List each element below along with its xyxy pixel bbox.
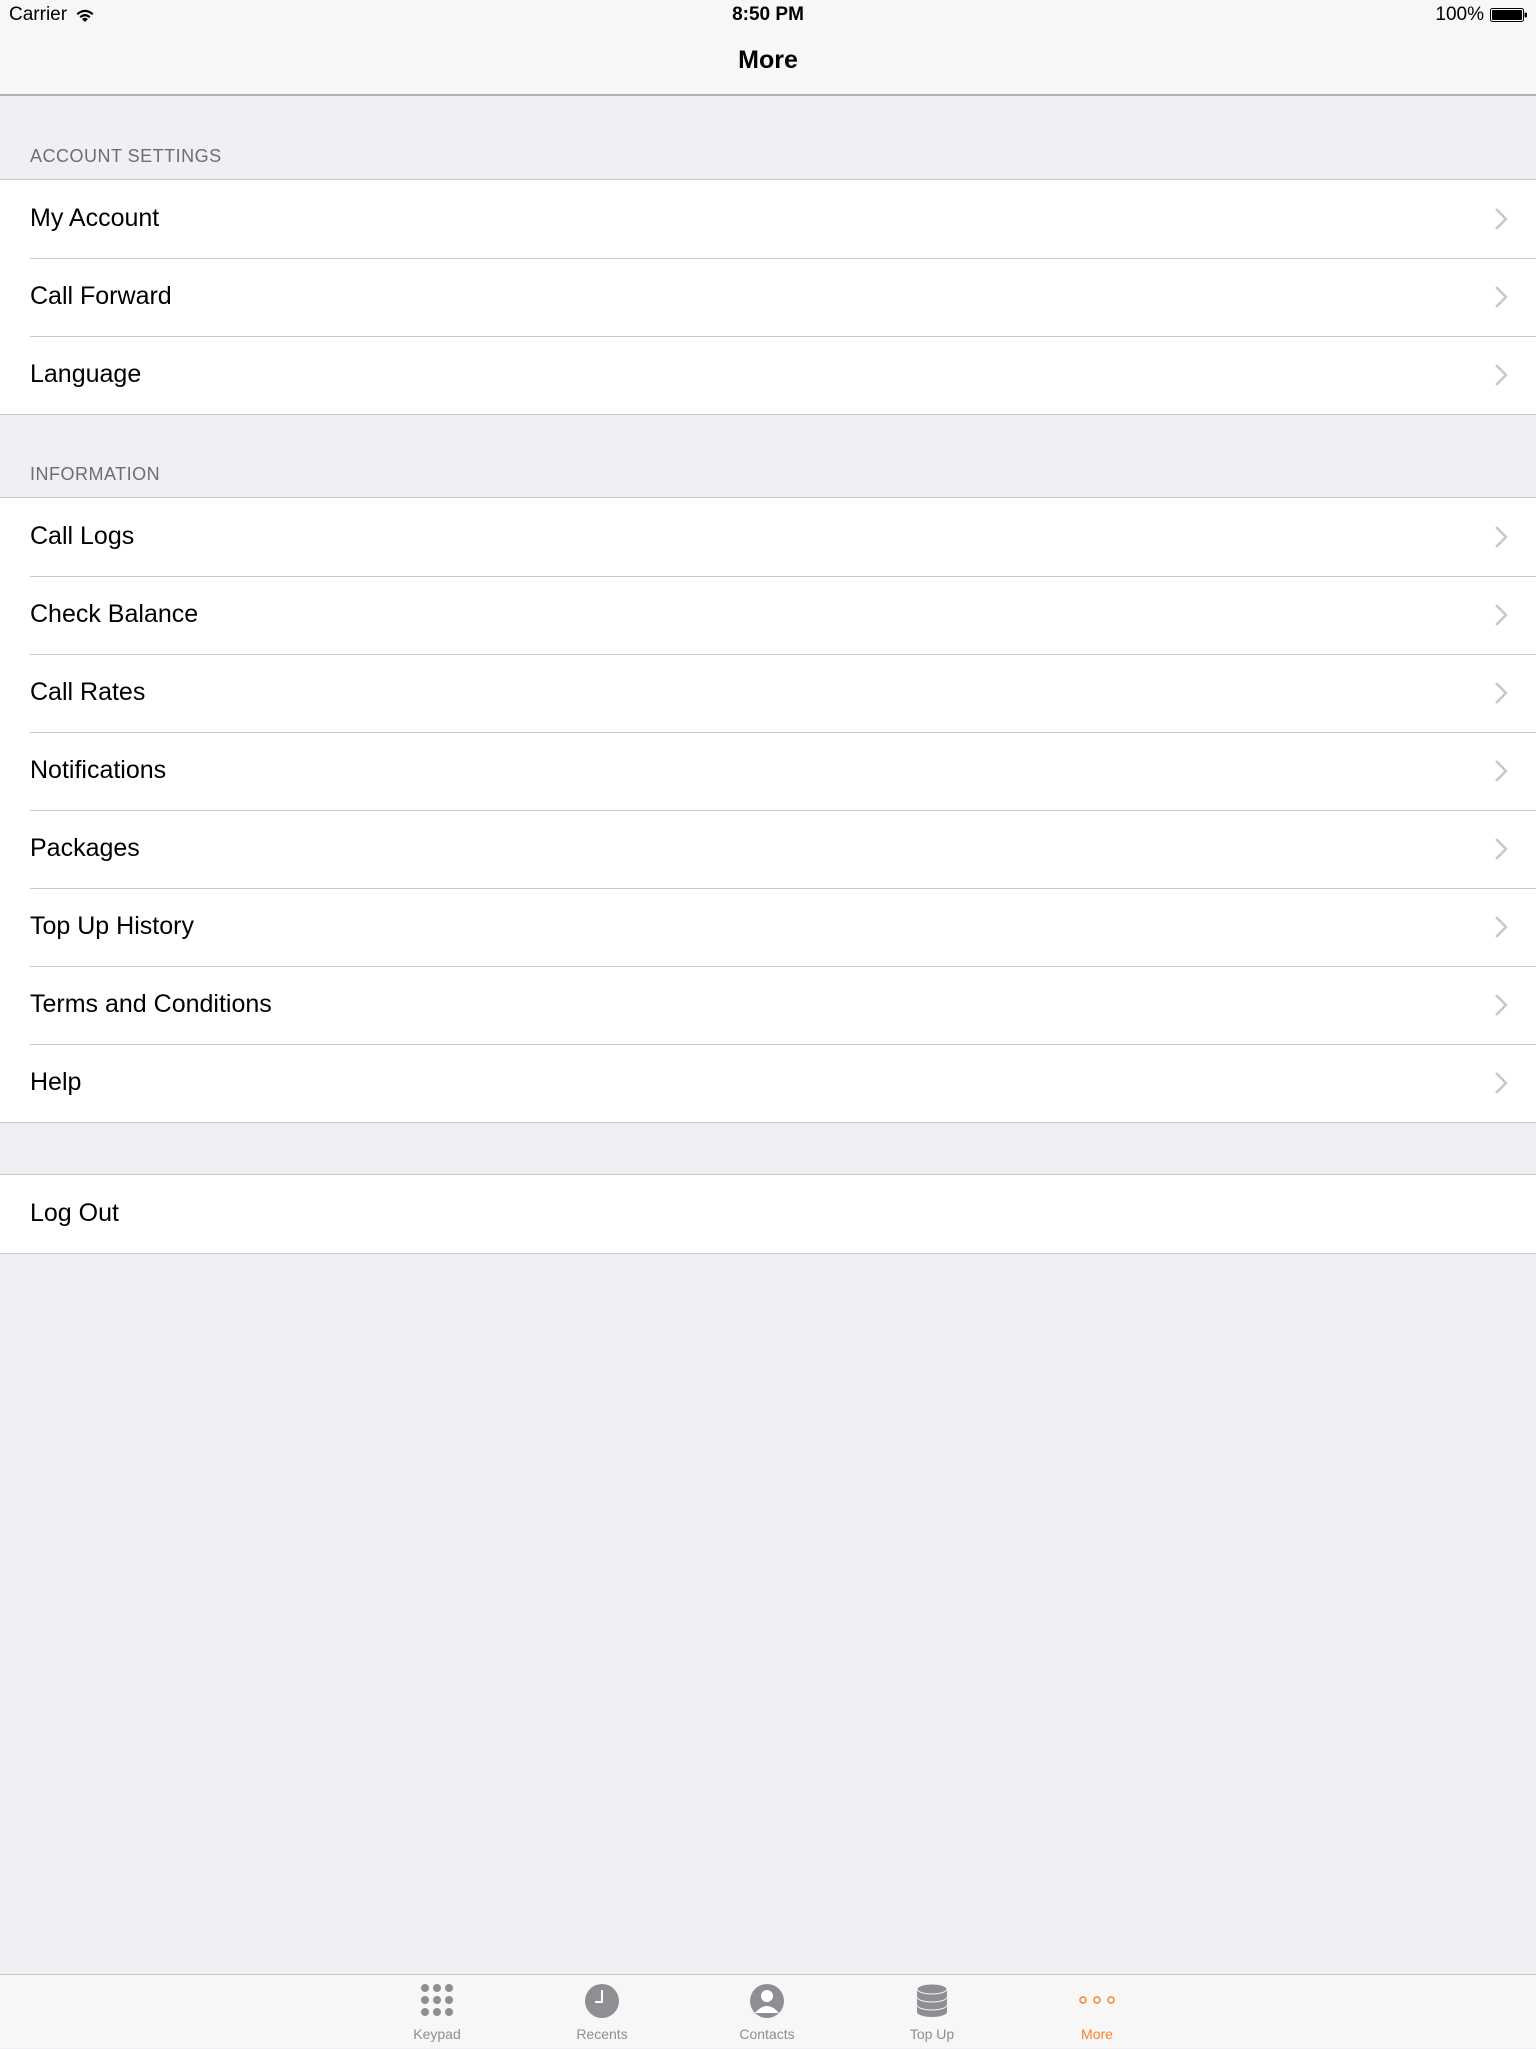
menu-item-label: Call Forward	[30, 282, 172, 310]
menu-item-call-forward[interactable]: Call Forward	[0, 258, 1536, 336]
chevron-right-icon	[1495, 364, 1508, 386]
clock-icon	[585, 1984, 619, 2018]
tab-top-up[interactable]: Top Up	[872, 1975, 992, 2049]
battery-icon	[1490, 8, 1527, 22]
menu-item-label: Terms and Conditions	[30, 990, 272, 1018]
battery-label: 100%	[1435, 4, 1484, 25]
chevron-right-icon	[1495, 916, 1508, 938]
tab-recents[interactable]: Recents	[542, 1975, 662, 2049]
chevron-right-icon	[1495, 838, 1508, 860]
menu-item-label: Help	[30, 1068, 82, 1096]
section-header-account-settings: ACCOUNT SETTINGS	[30, 146, 222, 166]
chevron-right-icon	[1495, 526, 1508, 548]
status-time: 8:50 PM	[732, 4, 804, 25]
battery-indicator: 100%	[1435, 4, 1528, 26]
logout-label: Log Out	[30, 1199, 119, 1227]
menu-item-check-balance[interactable]: Check Balance	[0, 576, 1536, 654]
logout-button[interactable]: Log Out	[0, 1175, 1536, 1253]
menu-item-label: Top Up History	[30, 912, 194, 940]
chevron-right-icon	[1495, 994, 1508, 1016]
menu-item-label: My Account	[30, 204, 160, 232]
keypad-icon	[421, 1984, 453, 2016]
menu-item-label: Call Logs	[30, 522, 135, 550]
tab-label: Recents	[576, 2026, 628, 2042]
tab-label: Keypad	[413, 2026, 461, 2042]
menu-item-help[interactable]: Help	[0, 1044, 1536, 1122]
more-icon	[1079, 1996, 1115, 2004]
account-settings-group: My Account Call Forward Language	[0, 179, 1536, 415]
navigation-bar: More	[0, 30, 1536, 96]
coins-icon	[916, 1983, 948, 2017]
menu-item-language[interactable]: Language	[0, 336, 1536, 414]
contact-icon	[750, 1984, 784, 2018]
menu-item-call-logs[interactable]: Call Logs	[0, 498, 1536, 576]
tab-more[interactable]: More	[1037, 1975, 1157, 2049]
menu-item-label: Language	[30, 360, 142, 388]
chevron-right-icon	[1495, 1072, 1508, 1094]
menu-item-label: Call Rates	[30, 678, 146, 706]
tab-keypad[interactable]: Keypad	[377, 1975, 497, 2049]
tab-label: Top Up	[909, 2026, 955, 2042]
chevron-right-icon	[1495, 760, 1508, 782]
menu-item-my-account[interactable]: My Account	[0, 180, 1536, 258]
section-header-information: INFORMATION	[30, 464, 161, 484]
chevron-right-icon	[1495, 286, 1508, 308]
tab-contacts[interactable]: Contacts	[707, 1975, 827, 2049]
status-bar: Carrier 8:50 PM 100%	[0, 0, 1536, 30]
tab-label: Contacts	[739, 2026, 795, 2042]
tab-bar: Keypad Recents Contacts Top Up More	[0, 1974, 1536, 2048]
menu-item-label: Check Balance	[30, 600, 199, 628]
logout-group: Log Out	[0, 1174, 1536, 1254]
menu-item-terms-and-conditions[interactable]: Terms and Conditions	[0, 966, 1536, 1044]
menu-item-label: Packages	[30, 834, 140, 862]
chevron-right-icon	[1495, 682, 1508, 704]
page-title: More	[738, 46, 798, 74]
chevron-right-icon	[1495, 208, 1508, 230]
menu-item-notifications[interactable]: Notifications	[0, 732, 1536, 810]
tab-label: More	[1081, 2026, 1113, 2042]
chevron-right-icon	[1495, 604, 1508, 626]
menu-item-top-up-history[interactable]: Top Up History	[0, 888, 1536, 966]
menu-item-label: Notifications	[30, 756, 167, 784]
menu-item-packages[interactable]: Packages	[0, 810, 1536, 888]
menu-item-call-rates[interactable]: Call Rates	[0, 654, 1536, 732]
information-group: Call Logs Check Balance Call Rates Notif…	[0, 497, 1536, 1123]
